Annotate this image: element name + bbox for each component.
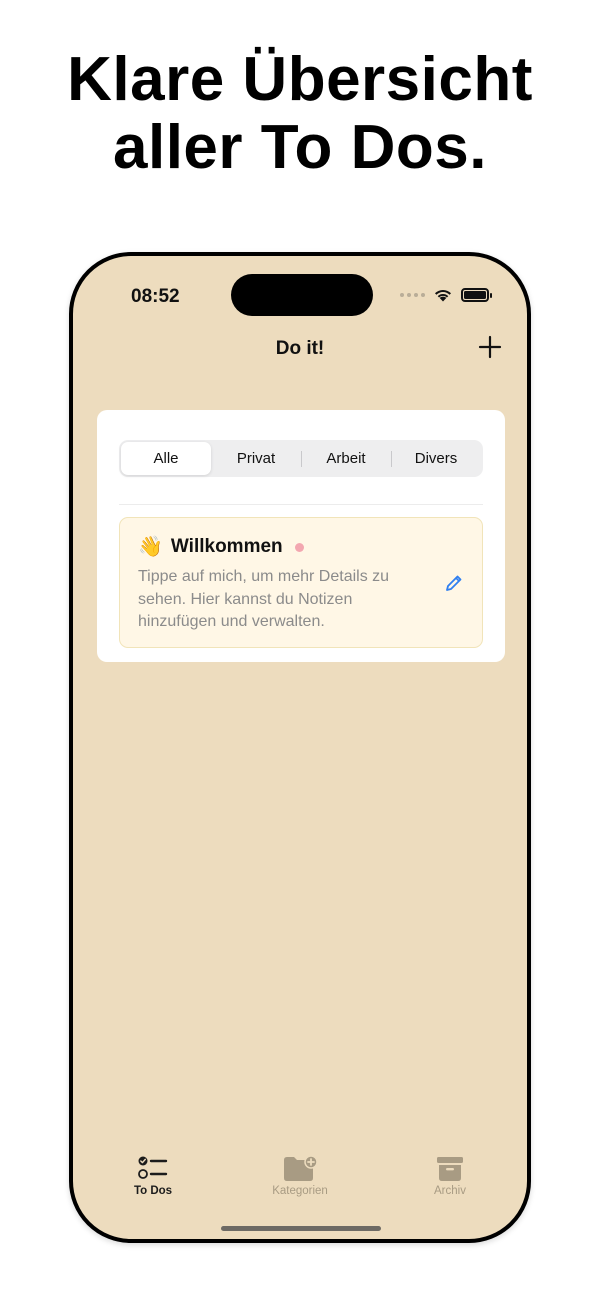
checklist-icon bbox=[138, 1156, 168, 1179]
category-segmented-control: Alle Privat Arbeit Divers bbox=[119, 440, 483, 477]
tab-kategorien[interactable]: Kategorien bbox=[245, 1154, 355, 1197]
tab-bar: To Dos Kategorien Archiv bbox=[73, 1154, 527, 1204]
tab-label-todos: To Dos bbox=[133, 1185, 173, 1197]
folder-plus-icon bbox=[284, 1155, 318, 1181]
segment-arbeit[interactable]: Arbeit bbox=[301, 442, 391, 475]
todo-title-row: 👋 Willkommen bbox=[138, 536, 304, 558]
pencil-icon[interactable] bbox=[444, 573, 464, 593]
phone-frame: 08:52 Do it! Alle Privat Arbeit Divers 👋… bbox=[69, 252, 531, 1243]
battery-icon bbox=[461, 287, 492, 302]
plus-icon bbox=[478, 335, 502, 359]
home-indicator bbox=[221, 1226, 381, 1231]
pink-dot-icon bbox=[294, 542, 304, 552]
headline-line-1: Klare Übersicht bbox=[67, 45, 533, 114]
segment-privat[interactable]: Privat bbox=[211, 442, 301, 475]
tab-archiv[interactable]: Archiv bbox=[395, 1154, 505, 1197]
add-todo-button[interactable] bbox=[475, 332, 505, 362]
headline-line-2: aller To Dos. bbox=[113, 113, 487, 182]
waving-hand-icon: 👋 bbox=[138, 536, 163, 558]
tab-todos[interactable]: To Dos bbox=[98, 1154, 208, 1197]
status-time: 08:52 bbox=[131, 286, 180, 307]
marketing-headline: Klare Übersicht aller To Dos. bbox=[0, 46, 600, 182]
tab-label-kategorien: Kategorien bbox=[272, 1185, 328, 1197]
todo-list-card: Alle Privat Arbeit Divers 👋 Willkommen T… bbox=[97, 410, 505, 662]
segment-divers[interactable]: Divers bbox=[391, 442, 481, 475]
status-icons bbox=[400, 287, 492, 302]
tab-label-archiv: Archiv bbox=[434, 1185, 466, 1197]
todo-item-willkommen[interactable]: 👋 Willkommen Tippe auf mich, um mehr Det… bbox=[119, 517, 483, 648]
list-divider bbox=[119, 504, 483, 505]
signal-dots-icon bbox=[400, 292, 425, 297]
archive-box-icon bbox=[437, 1157, 463, 1181]
todo-title: Willkommen bbox=[170, 536, 283, 557]
app-store-screenshot: Klare Übersicht aller To Dos. 08:52 Do i… bbox=[0, 0, 600, 1300]
todo-description: Tippe auf mich, um mehr Details zu sehen… bbox=[138, 568, 390, 630]
wifi-icon bbox=[435, 290, 451, 302]
segment-alle[interactable]: Alle bbox=[121, 442, 211, 475]
nav-title: Do it! bbox=[275, 338, 325, 359]
dynamic-island bbox=[231, 274, 373, 316]
